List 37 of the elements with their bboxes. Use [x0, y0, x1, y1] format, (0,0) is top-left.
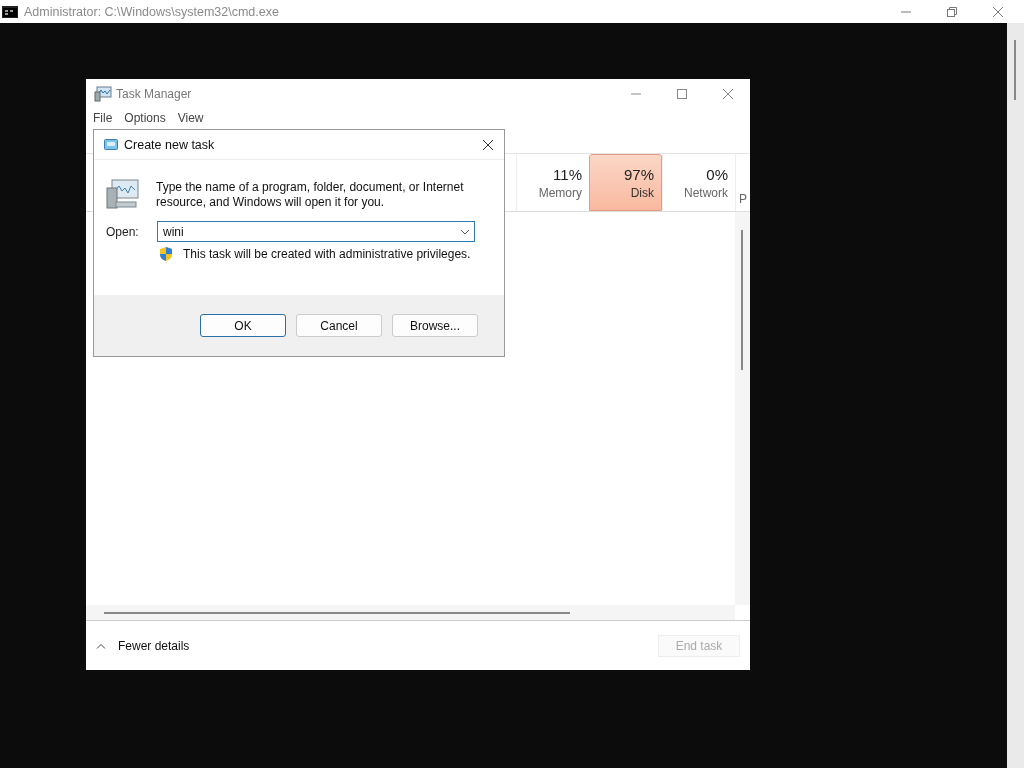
scrollbar[interactable]	[86, 605, 735, 620]
console-icon	[2, 5, 18, 18]
open-combo-box[interactable]: wini	[157, 221, 475, 242]
column-label: Disk	[630, 185, 654, 200]
column-header[interactable]: 0% Network	[662, 154, 735, 211]
dialog-button[interactable]: Browse...	[392, 314, 478, 337]
run-icon	[104, 139, 118, 150]
admin-note: This task will be created with administrative privileges.	[183, 247, 471, 261]
menu-item[interactable]: View	[177, 111, 204, 125]
instruction-text: Type the name of a program, folder, document, or Internet resource, and Windows will open it for you.	[156, 180, 465, 210]
column-header[interactable]: P	[735, 154, 747, 211]
dialog-button[interactable]: Cancel	[296, 314, 382, 337]
fewer-details-button[interactable]: Fewer details	[96, 638, 190, 653]
window-title: Administrator: C:\Windows\system32\cmd.exe	[24, 4, 279, 19]
close-icon[interactable]	[482, 138, 494, 151]
column-percent: 0%	[706, 165, 728, 183]
scrollbar[interactable]	[735, 212, 750, 605]
dialog-button[interactable]: OK	[200, 314, 286, 337]
field-label: Open:	[106, 224, 140, 239]
column-label: Network	[684, 185, 728, 200]
restore-icon[interactable]	[946, 5, 958, 18]
chevron-up-icon	[96, 642, 106, 649]
button-label: Fewer details	[118, 638, 190, 653]
shield-icon	[158, 246, 174, 262]
dialog-title: Create new task	[124, 137, 215, 152]
monitor-icon	[94, 85, 112, 102]
column-percent: 11%	[553, 165, 582, 183]
column-label: P	[739, 192, 747, 206]
column-label: Memory	[538, 185, 582, 200]
maximize-icon[interactable]	[676, 87, 688, 100]
computer-icon	[106, 178, 140, 210]
menu-item[interactable]: File	[93, 111, 113, 125]
column-percent: 97%	[623, 165, 654, 183]
window-title: Task Manager	[116, 86, 192, 101]
column-header[interactable]: 97% Disk	[589, 154, 662, 211]
menu-item[interactable]: Options	[124, 111, 166, 125]
scrollbar[interactable]	[1007, 23, 1024, 768]
